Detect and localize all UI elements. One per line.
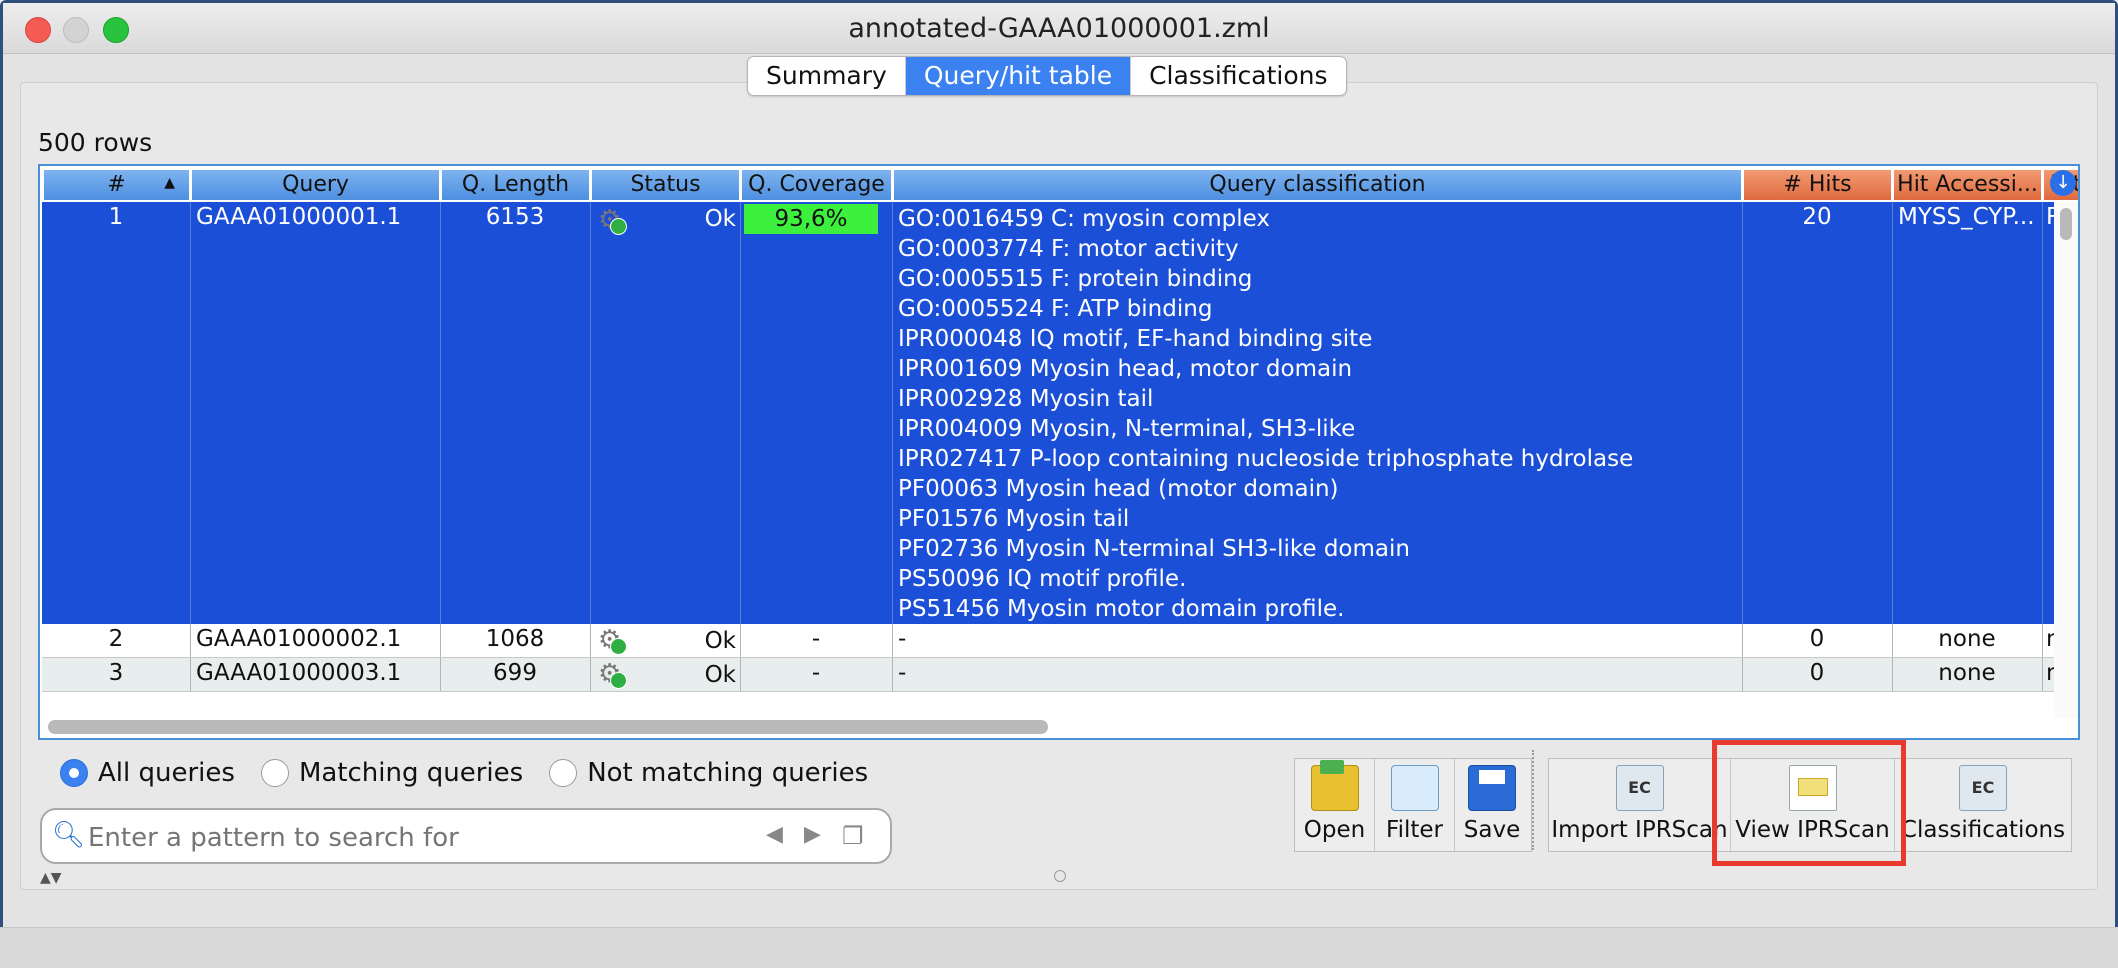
classification-item: PS50096 IQ motif profile. <box>898 566 1187 592</box>
table-row[interactable]: 2 GAAA01000002.1 1068 ⚙ Ok - - 0 none no… <box>42 624 2078 658</box>
row-count-label: 500 rows <box>38 128 153 157</box>
search-box: 🔍︎ ◀ ▶ ❐ <box>40 808 892 864</box>
next-match-icon[interactable]: ▶ <box>804 822 821 847</box>
sort-ascending-icon: ▲ <box>164 175 175 191</box>
coverage-value: - <box>811 660 821 686</box>
hit-count: 20 <box>1802 204 1832 230</box>
view-tabs: Summary Query/hit table Classifications <box>747 56 1347 96</box>
toolbar-separator <box>1532 750 1534 850</box>
save-button[interactable]: Save <box>1455 759 1529 851</box>
file-toolbar: Open Filter Save <box>1294 758 1532 852</box>
filter-button[interactable]: Filter <box>1375 759 1455 851</box>
column-header-query[interactable]: Query <box>192 170 440 200</box>
column-header-status[interactable]: Status <box>592 170 740 200</box>
query-hit-table: # ▲ Query Q. Length Status Q. Coverage Qu… <box>38 164 2080 740</box>
classification-item: IPR000048 IQ motif, EF-hand binding site <box>898 326 1373 352</box>
ec-classifications-icon: EC <box>1959 765 2007 811</box>
window-title: annotated-GAAA01000001.zml <box>848 13 1270 44</box>
classification-item: IPR001609 Myosin head, motor domain <box>898 356 1353 382</box>
hit-accession: none <box>1938 660 1996 686</box>
radio-matching-queries[interactable]: Matching queries <box>260 758 523 788</box>
window-footer <box>0 927 2118 968</box>
search-input[interactable] <box>86 820 770 856</box>
table-row[interactable]: 3 GAAA01000003.1 699 ⚙ Ok - - 0 none non <box>42 658 2078 692</box>
classification-item: PF00063 Myosin head (motor domain) <box>898 476 1339 502</box>
classification-item: IPR027417 P-loop containing nucleoside t… <box>898 446 1634 472</box>
radio-not-matching-queries[interactable]: Not matching queries <box>549 758 868 788</box>
open-folder-icon <box>1310 760 1359 811</box>
radio-unselected-icon[interactable] <box>260 759 289 787</box>
radio-unselected-icon[interactable] <box>549 759 578 787</box>
horizontal-scrollbar-thumb[interactable] <box>48 720 1048 734</box>
hit-accession: MYSS_CYP... <box>1898 204 2035 230</box>
classification-item: GO:0016459 C: myosin complex <box>898 206 1270 232</box>
import-iprscan-button[interactable]: EC Import IPRScan <box>1549 759 1731 851</box>
tab-classifications[interactable]: Classifications <box>1131 57 1345 95</box>
query-id: GAAA01000001.1 <box>196 204 402 230</box>
tab-summary[interactable]: Summary <box>748 57 906 95</box>
query-id: GAAA01000003.1 <box>196 660 402 686</box>
panel-resize-arrows-icon[interactable]: ▲▼ <box>40 870 62 886</box>
vertical-scrollbar-thumb[interactable] <box>2060 208 2072 240</box>
tab-query-hit-table[interactable]: Query/hit table <box>905 57 1132 95</box>
column-header-q-length[interactable]: Q. Length <box>442 170 590 200</box>
ec-import-icon: EC <box>1615 765 1664 811</box>
status-text: Ok <box>704 628 736 654</box>
coverage-bar: 93,6% <box>744 204 878 234</box>
filter-icon <box>1390 765 1439 811</box>
split-pane-handle[interactable] <box>1054 870 1066 882</box>
classification-item: IPR004009 Myosin, N-terminal, SH3-like <box>898 416 1356 442</box>
query-length: 699 <box>493 660 537 686</box>
hit-count: 0 <box>1809 660 1825 686</box>
column-header-hits[interactable]: # Hits <box>1744 170 1892 200</box>
copy-results-icon[interactable]: ❐ <box>842 822 864 850</box>
classification-item: PF01576 Myosin tail <box>898 506 1130 532</box>
status-gear-check-icon: ⚙ <box>598 206 627 235</box>
status-gear-check-icon: ⚙ <box>598 626 627 655</box>
annotation-highlight-box <box>1712 740 1906 866</box>
query-length: 1068 <box>485 626 545 652</box>
classification-item: GO:0003774 F: motor activity <box>898 236 1239 262</box>
query-id: GAAA01000002.1 <box>196 626 402 652</box>
vertical-scrollbar-track[interactable] <box>2054 202 2078 718</box>
classification-value: - <box>898 626 907 652</box>
status-text: Ok <box>704 662 736 688</box>
radio-selected-icon[interactable] <box>60 759 88 787</box>
row-number: 1 <box>108 204 124 230</box>
classification-item: IPR002928 Myosin tail <box>898 386 1154 412</box>
hit-accession: none <box>1938 626 1996 652</box>
classifications-button[interactable]: EC Classifications <box>1895 759 2071 851</box>
radio-all-queries[interactable]: All queries <box>60 758 235 788</box>
query-length: 6153 <box>485 204 545 230</box>
column-chooser-icon[interactable]: ↓ <box>2050 170 2076 196</box>
status-gear-check-icon: ⚙ <box>598 660 627 689</box>
column-header-number[interactable]: # ▲ <box>44 170 190 200</box>
save-disk-icon <box>1468 765 1516 811</box>
classification-item: PS51456 Myosin motor domain profile. <box>898 596 1345 622</box>
classification-item: PF02736 Myosin N-terminal SH3-like domai… <box>898 536 1410 562</box>
coverage-value: - <box>811 626 821 652</box>
column-header-q-coverage[interactable]: Q. Coverage <box>742 170 892 200</box>
previous-match-icon[interactable]: ◀ <box>766 822 783 847</box>
column-header-hit-accession[interactable]: Hit Accessi... <box>1894 170 2042 200</box>
table-row[interactable]: 1 GAAA01000001.1 6153 ⚙ Ok 93,6% GO:0016… <box>42 202 2078 624</box>
classification-item: GO:0005515 F: protein binding <box>898 266 1253 292</box>
classification-list: GO:0016459 C: myosin complex GO:0003774 … <box>898 204 1633 624</box>
row-number: 2 <box>108 626 124 652</box>
open-button[interactable]: Open <box>1295 759 1375 851</box>
row-number: 3 <box>108 660 124 686</box>
classification-value: - <box>898 660 907 686</box>
search-icon: 🔍︎ <box>52 820 86 850</box>
hit-count: 0 <box>1809 626 1825 652</box>
query-filter-options: All queries Matching queries Not matchin… <box>60 758 868 788</box>
classification-item: GO:0005524 F: ATP binding <box>898 296 1213 322</box>
title-bar: annotated-GAAA01000001.zml <box>3 3 2115 54</box>
column-header-query-classification[interactable]: Query classification <box>894 170 1742 200</box>
status-text: Ok <box>704 206 736 232</box>
